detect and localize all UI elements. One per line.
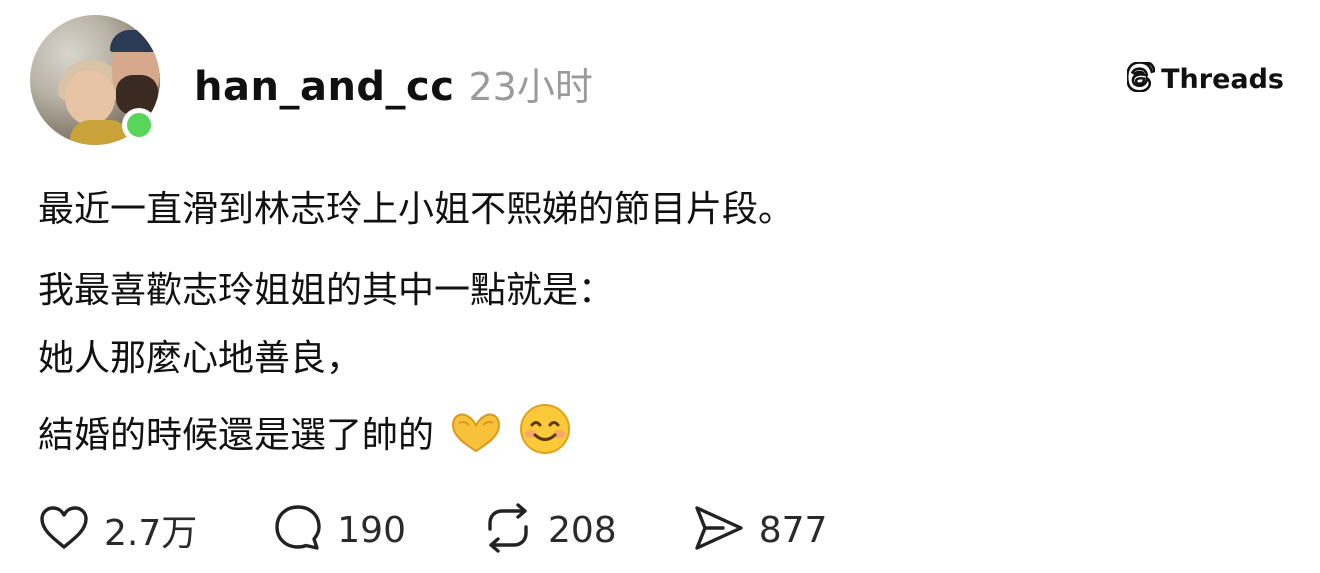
post-line-with-emoji: 結婚的時候還是選了帥的 — [38, 403, 1298, 468]
avatar-man-cap — [110, 30, 160, 52]
online-status-badge — [122, 108, 156, 142]
heart-hands-emoji-icon — [449, 411, 503, 468]
comment-button[interactable]: 190 — [273, 503, 406, 557]
threads-brand-label: Threads — [1161, 63, 1284, 95]
repost-button[interactable]: 208 — [482, 503, 617, 557]
avatar-child-shirt — [70, 120, 130, 145]
like-count: 2.7万 — [104, 513, 198, 554]
post-line: 她人那麼心地善良， — [38, 338, 363, 379]
share-button[interactable]: 877 — [693, 504, 828, 556]
post-line: 我最喜歡志玲姐姐的其中一點就是： — [38, 270, 615, 311]
threads-brand[interactable]: Threads — [1126, 59, 1284, 96]
post-actions: 2.7万 190 208 877 — [38, 503, 903, 557]
like-button[interactable]: 2.7万 — [38, 504, 197, 556]
avatar-child-face — [65, 70, 115, 125]
share-count: 877 — [758, 509, 828, 551]
username[interactable]: han_and_cc — [194, 64, 454, 110]
post-header: han_and_cc 23小时 — [194, 56, 593, 110]
comment-icon — [273, 503, 323, 557]
heart-icon — [38, 505, 90, 555]
repost-icon — [482, 503, 534, 557]
post-body: 最近一直滑到林志玲上小姐不熙娣的節目片段。 我最喜歡志玲姐姐的其中一點就是： 她… — [38, 186, 1298, 468]
repost-count: 208 — [547, 509, 617, 551]
comment-count: 190 — [337, 509, 406, 551]
send-icon — [693, 504, 745, 556]
smiling-face-emoji-icon — [519, 403, 571, 468]
threads-logo-icon — [1126, 59, 1157, 96]
post-timestamp: 23小时 — [468, 65, 593, 109]
post-line-text: 結婚的時候還是選了帥的 — [38, 415, 435, 456]
post-line: 最近一直滑到林志玲上小姐不熙娣的節目片段。 — [38, 189, 795, 230]
